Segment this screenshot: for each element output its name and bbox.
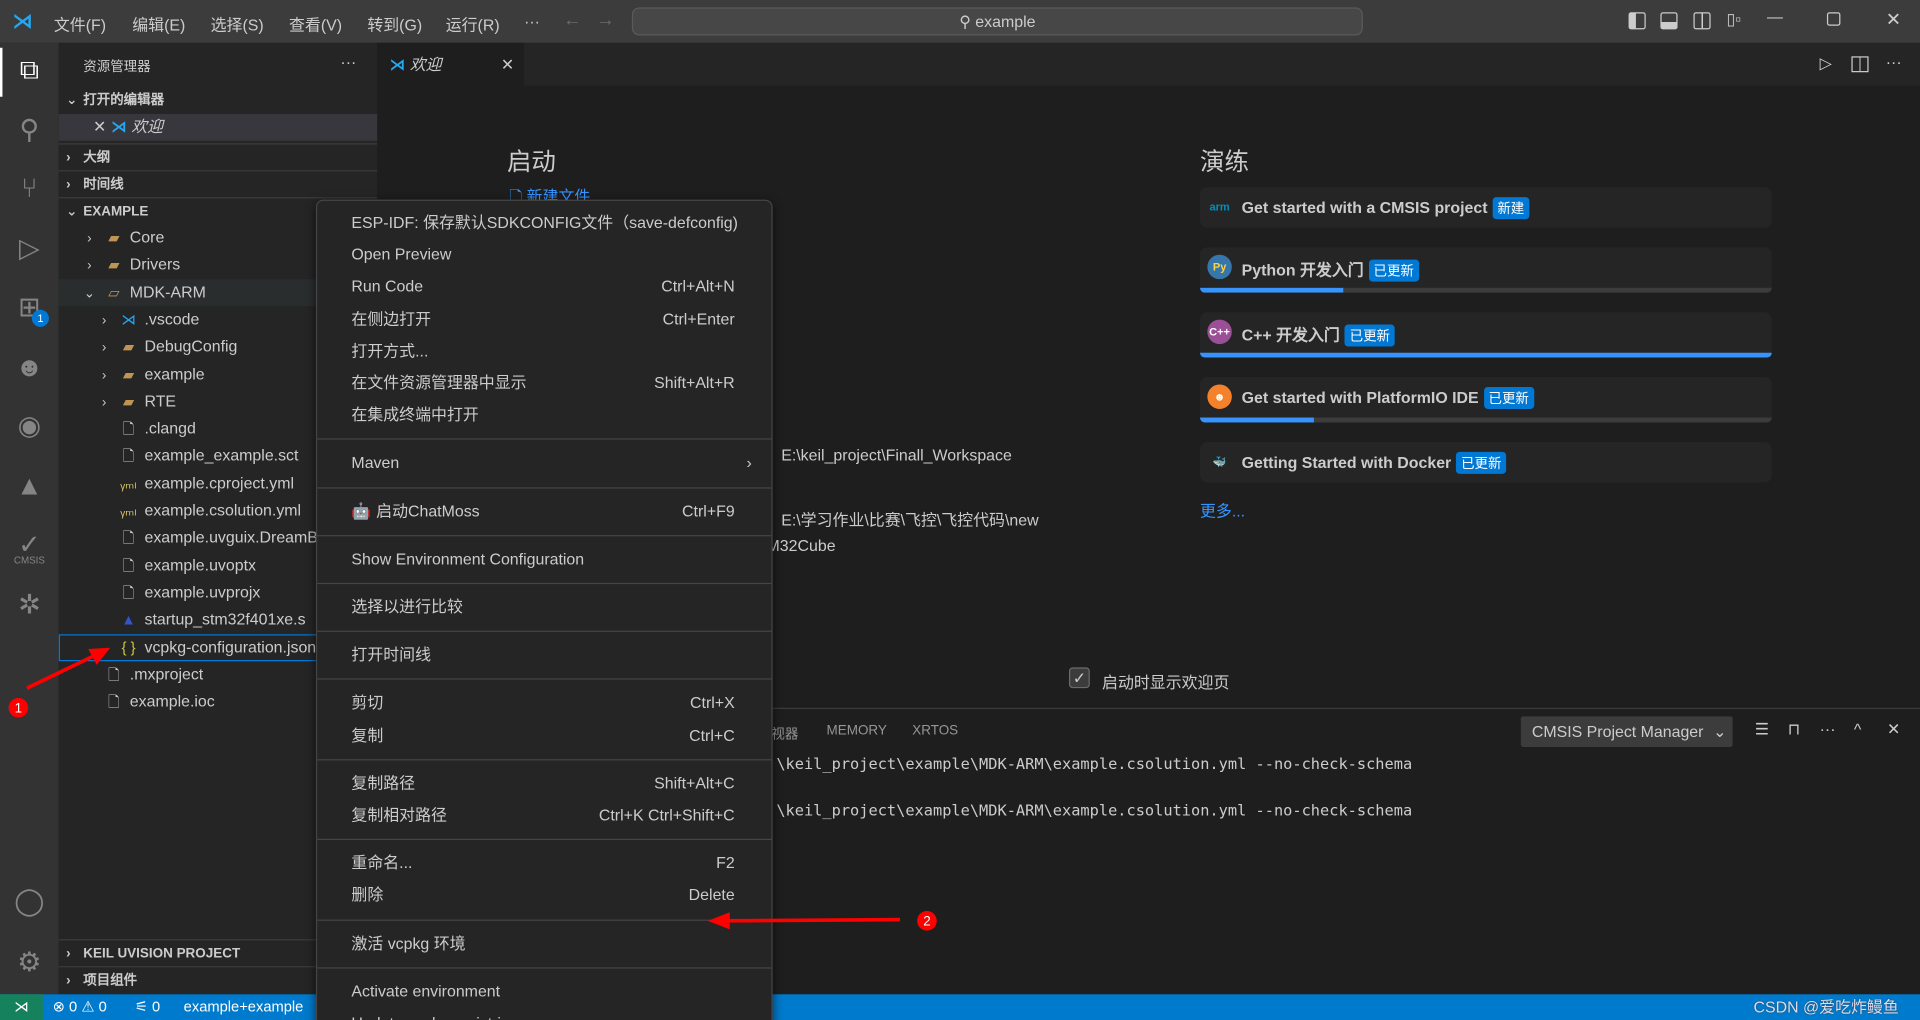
vscode-window: ⋊ 文件(F) 编辑(E) 选择(S) 查看(V) 转到(G) 运行(R) ··· ← → … [0, 0, 1920, 1020]
svg-text:2: 2 [923, 914, 930, 929]
annotation-arrow-1 [26, 652, 99, 690]
annotation-arrowhead-2 [707, 912, 730, 930]
annotation-overlay: 1 2 [8, 647, 937, 931]
annotation-arrow-2 [724, 917, 901, 923]
svg-text:1: 1 [15, 701, 22, 716]
